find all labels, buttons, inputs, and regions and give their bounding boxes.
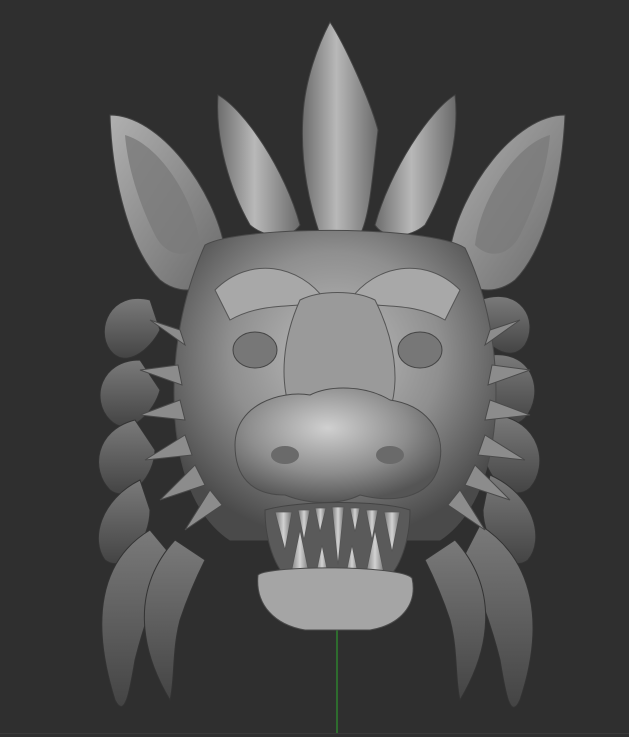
nostril-left [271,446,299,464]
dragon-head-model[interactable] [97,21,566,708]
nostril-right [376,446,404,464]
lower-jaw [257,567,414,631]
horn-center [301,21,379,236]
eye-right [397,331,443,369]
horn-right [374,94,457,236]
eye-left [232,331,278,369]
sculpt-canvas[interactable] [0,0,629,737]
viewport-bottom-edge [0,733,629,734]
nose [234,387,442,503]
horn-left [217,94,301,236]
3d-viewport[interactable] [0,0,629,737]
